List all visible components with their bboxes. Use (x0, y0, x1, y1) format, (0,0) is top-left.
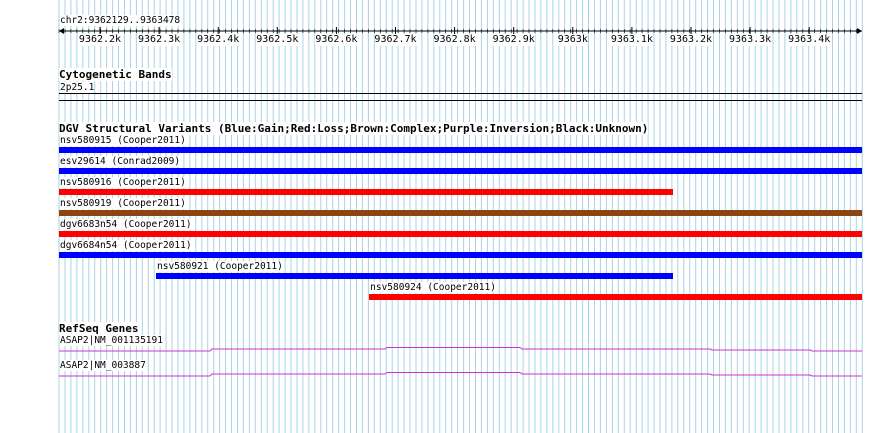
variant-bar[interactable] (59, 231, 862, 237)
variant-bar[interactable] (59, 189, 673, 195)
variant-label[interactable]: nsv580919 (Cooper2011) (60, 198, 186, 209)
cytoband-rule-top (59, 93, 862, 94)
variant-label[interactable]: nsv580916 (Cooper2011) (60, 177, 186, 188)
variant-bar[interactable] (59, 252, 862, 258)
cytoband-label: 2p25.1 (60, 82, 95, 93)
variant-bar[interactable] (59, 147, 862, 153)
cytobands-track-title: Cytogenetic Bands (59, 68, 172, 81)
variant-label[interactable]: nsv580915 (Cooper2011) (60, 135, 186, 146)
ruler-tick-label: 9363.4k (788, 34, 831, 46)
ruler-tick-label: 9362.2k (78, 34, 122, 46)
ruler-tick-label: 9362.4k (197, 34, 240, 46)
variant-label[interactable]: dgv6683n54 (Cooper2011) (60, 219, 192, 230)
variant-label[interactable]: dgv6684n54 (Cooper2011) (60, 240, 192, 251)
ruler-tick-label: 9363.3k (729, 34, 772, 46)
genome-browser: chr2:9362129..9363478 9362.2k 9362.3k 9362… (0, 0, 890, 433)
dgv-track-title: DGV Structural Variants (Blue:Gain;Red:L… (59, 122, 649, 135)
ruler-tick-label: 9362.9k (492, 34, 535, 46)
variant-label[interactable]: esv29614 (Conrad2009) (60, 156, 181, 167)
variant-bar[interactable] (59, 168, 862, 174)
gene-model[interactable] (0, 368, 890, 408)
cytoband-rule-bottom (59, 100, 862, 101)
variant-label[interactable]: nsv580924 (Cooper2011) (370, 282, 496, 293)
ruler-tick-label: 9362.5k (256, 34, 299, 46)
refseq-track-title: RefSeq Genes (59, 322, 139, 335)
ruler-tick-label: 9363.1k (610, 34, 653, 46)
gene-intron-line (59, 372, 862, 377)
ruler-tick-label: 9363k (557, 34, 588, 46)
ruler-tick-label: 9362.7k (374, 34, 417, 46)
ruler-tick-label: 9362.6k (315, 34, 358, 46)
ruler-tick-label: 9362.3k (138, 34, 181, 46)
variant-label[interactable]: nsv580921 (Cooper2011) (157, 261, 283, 272)
ruler-tick-label: 9362.8k (433, 34, 476, 46)
variant-bar[interactable] (156, 273, 673, 279)
gene-intron-line (59, 347, 862, 352)
ruler-tick-label: 9363.2k (669, 34, 713, 46)
variant-bar[interactable] (59, 210, 862, 216)
variant-bar[interactable] (369, 294, 862, 300)
